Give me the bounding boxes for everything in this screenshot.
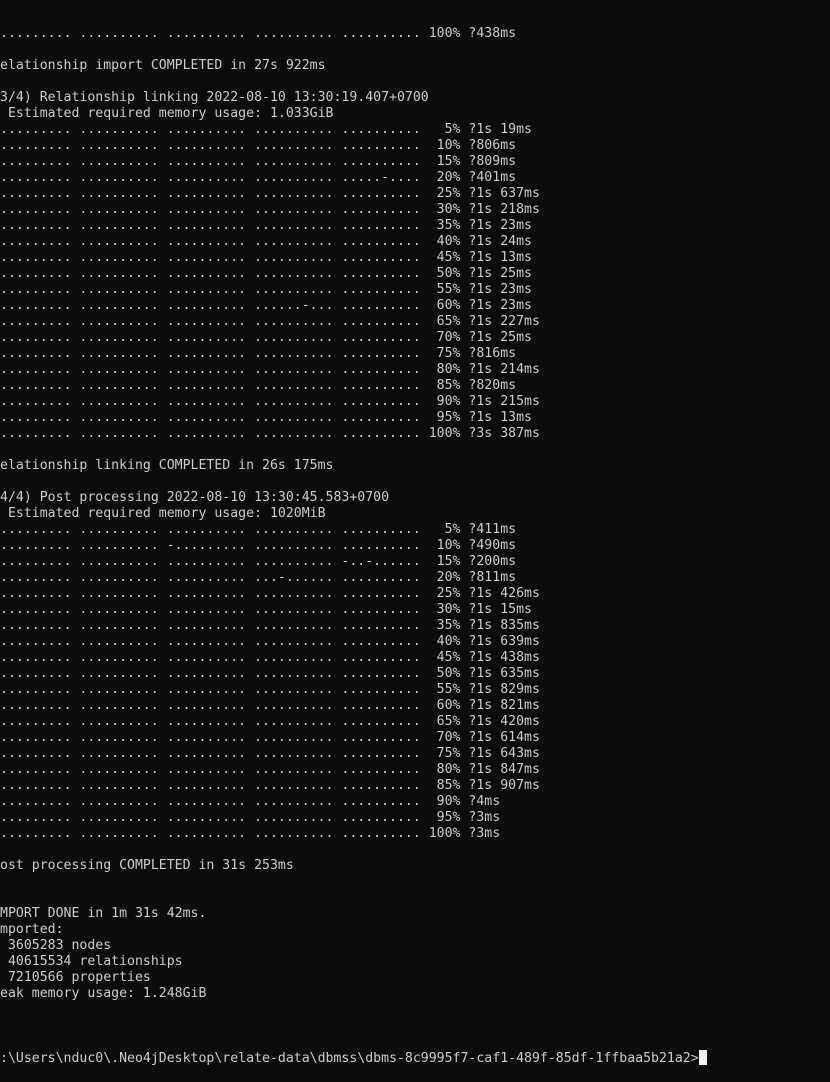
output-line: ......... .......... .......... ........…	[0, 378, 517, 393]
output-line: ......... .......... .......... ........…	[0, 394, 540, 409]
output-line: elationship import COMPLETED in 27s 922m…	[0, 58, 326, 73]
output-line: ......... .......... .......... ......-.…	[0, 298, 532, 313]
output-line: ......... .......... .......... ........…	[0, 602, 532, 617]
output-line: ......... .......... .......... ........…	[0, 410, 532, 425]
output-line: ......... .......... .......... ........…	[0, 138, 517, 153]
output-line: ......... .......... .......... ...-....…	[0, 570, 517, 585]
output-line: ......... .......... .......... ........…	[0, 554, 517, 569]
output-line: Estimated required memory usage: 1.033Gi…	[0, 106, 334, 121]
output-line: ......... .......... .......... ........…	[0, 698, 540, 713]
output-line: 7210566 properties	[0, 970, 151, 985]
output-line: 3/4) Relationship linking 2022-08-10 13:…	[0, 90, 429, 105]
output-line: ost processing COMPLETED in 31s 253ms	[0, 858, 294, 873]
output-line: ......... .......... .......... ........…	[0, 346, 517, 361]
output-line: elationship linking COMPLETED in 26s 175…	[0, 458, 334, 473]
output-line: ......... .......... .......... ........…	[0, 586, 540, 601]
output-line: ......... .......... .......... ........…	[0, 202, 540, 217]
terminal-lines: ......... .......... .......... ........…	[0, 26, 830, 1018]
output-line: ......... .......... .......... ........…	[0, 522, 517, 537]
output-line: ......... .......... .......... ........…	[0, 314, 540, 329]
output-line: ......... .......... .......... ........…	[0, 218, 532, 233]
output-line: ......... .......... .......... ........…	[0, 154, 517, 169]
terminal-output[interactable]: ......... .......... .......... ........…	[0, 0, 830, 1082]
output-line: 3605283 nodes	[0, 938, 112, 953]
output-line: Estimated required memory usage: 1020MiB	[0, 506, 326, 521]
output-line: ......... .......... -......... ........…	[0, 538, 517, 553]
output-line: ......... .......... .......... ........…	[0, 26, 517, 41]
command-prompt-line[interactable]: :\Users\nduc0\.Neo4jDesktop\relate-data\…	[0, 1050, 830, 1066]
output-line: ......... .......... .......... ........…	[0, 282, 532, 297]
output-line: ......... .......... .......... ........…	[0, 826, 501, 841]
output-line: ......... .......... .......... ........…	[0, 618, 540, 633]
output-line: ......... .......... .......... ........…	[0, 778, 540, 793]
text-cursor	[698, 1050, 707, 1065]
output-line: ......... .......... .......... ........…	[0, 794, 501, 809]
output-line: ......... .......... .......... ........…	[0, 682, 540, 697]
output-line: ......... .......... .......... ........…	[0, 810, 501, 825]
output-line: ......... .......... .......... ........…	[0, 122, 532, 137]
output-line: ......... .......... .......... ........…	[0, 266, 532, 281]
output-line: ......... .......... .......... ........…	[0, 730, 540, 745]
output-line: 4/4) Post processing 2022-08-10 13:30:45…	[0, 490, 390, 505]
output-line: ......... .......... .......... ........…	[0, 666, 540, 681]
output-line: ......... .......... .......... ........…	[0, 714, 540, 729]
output-line: ......... .......... .......... ........…	[0, 170, 517, 185]
output-line: ......... .......... .......... ........…	[0, 426, 540, 441]
output-line: ......... .......... .......... ........…	[0, 234, 532, 249]
output-line: ......... .......... .......... ........…	[0, 186, 540, 201]
output-line: ......... .......... .......... ........…	[0, 650, 540, 665]
output-line: MPORT DONE in 1m 31s 42ms.	[0, 906, 207, 921]
output-line: eak memory usage: 1.248GiB	[0, 986, 207, 1001]
output-line: ......... .......... .......... ........…	[0, 250, 532, 265]
prompt-path: :\Users\nduc0\.Neo4jDesktop\relate-data\…	[0, 1051, 699, 1066]
output-line: ......... .......... .......... ........…	[0, 634, 540, 649]
output-line: mported:	[0, 922, 64, 937]
output-line: 40615534 relationships	[0, 954, 183, 969]
output-line: ......... .......... .......... ........…	[0, 762, 540, 777]
output-line: ......... .......... .......... ........…	[0, 362, 540, 377]
output-line: ......... .......... .......... ........…	[0, 746, 540, 761]
output-line: ......... .......... .......... ........…	[0, 330, 532, 345]
